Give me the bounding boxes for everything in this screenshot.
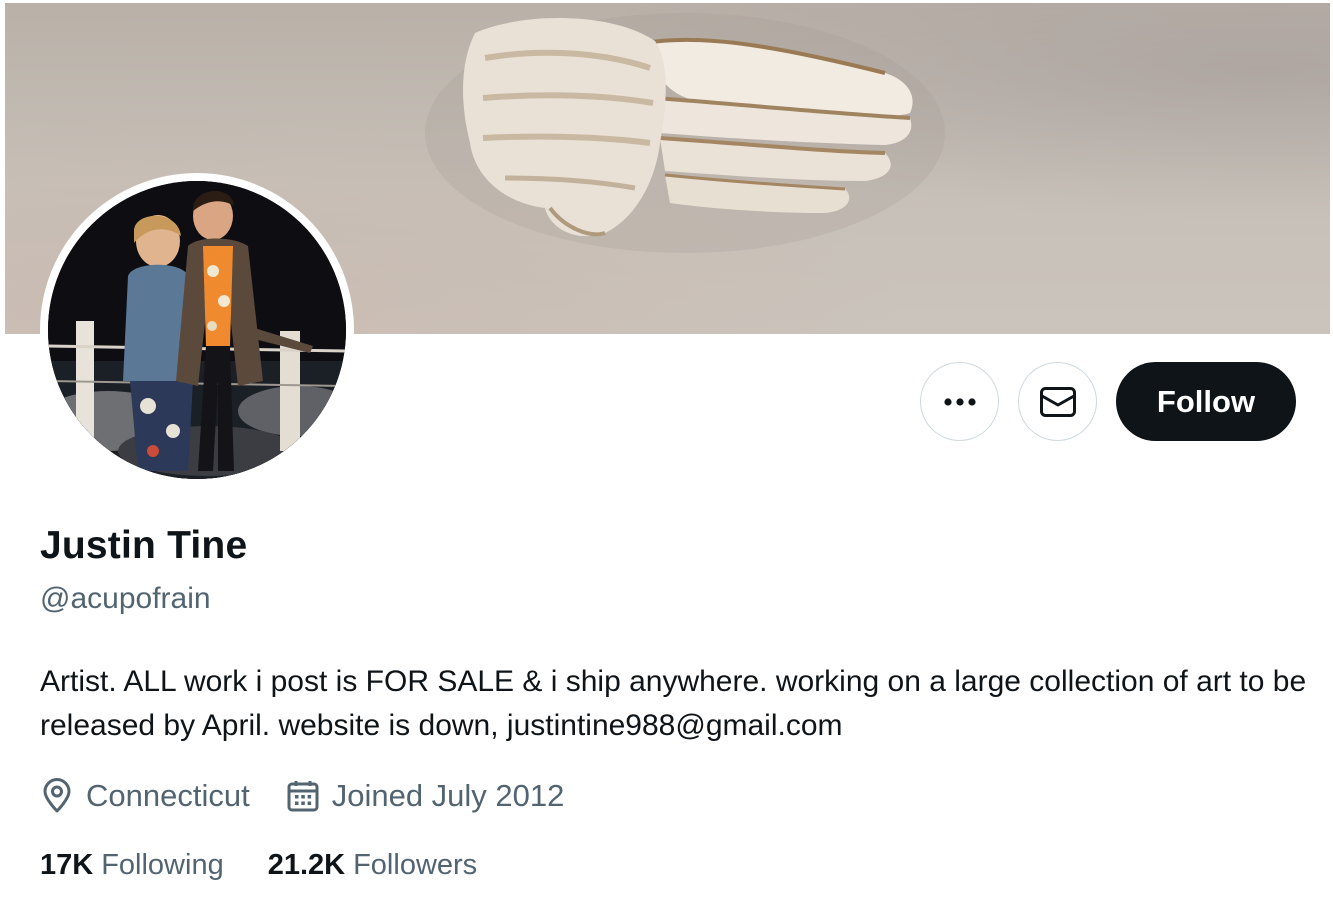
display-name: Justin Tine — [40, 524, 248, 567]
location-item: Connecticut — [40, 778, 250, 814]
followers-count: 21.2K — [267, 848, 346, 881]
profile-avatar[interactable] — [40, 173, 354, 487]
message-button[interactable] — [1018, 362, 1097, 441]
following-label: Following — [101, 848, 224, 881]
following-count: 17K — [40, 848, 94, 881]
joined-text: Joined July 2012 — [331, 778, 565, 813]
calendar-icon — [287, 781, 319, 812]
profile-page: Follow Justin Tine @acupofrain Artist. A… — [0, 0, 1333, 897]
location-pin-icon — [43, 778, 71, 813]
profile-stats: 17K Following 21.2K Followers — [40, 843, 521, 887]
profile-meta: Connecticut Joined July 2012 — [40, 772, 590, 820]
following-link[interactable]: 17K Following — [40, 849, 224, 882]
location-text: Connecticut — [86, 778, 250, 813]
followers-label: Followers — [353, 848, 478, 881]
avatar-photo — [48, 181, 346, 479]
joined-item: Joined July 2012 — [286, 778, 565, 814]
followers-link[interactable]: 21.2K Followers — [268, 849, 477, 882]
more-horizontal-icon — [943, 397, 976, 406]
envelope-icon — [1039, 386, 1076, 417]
more-button[interactable] — [920, 362, 999, 441]
profile-bio: Artist. ALL work i post is FOR SALE & i … — [40, 665, 1307, 742]
follow-button[interactable]: Follow — [1116, 362, 1296, 441]
user-handle: @acupofrain — [40, 582, 211, 615]
